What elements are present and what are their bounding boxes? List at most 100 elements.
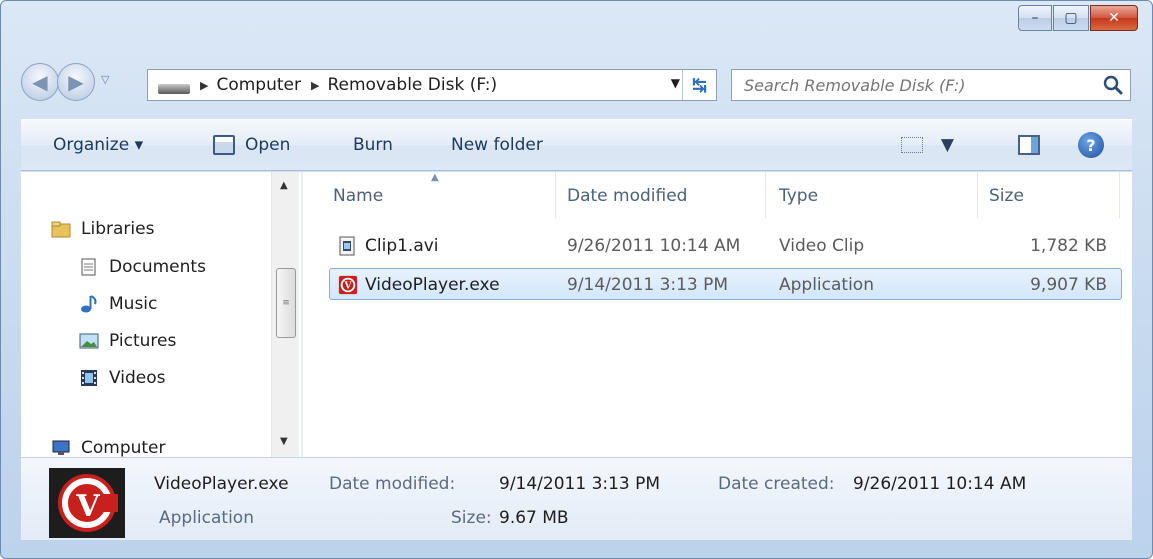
libraries-icon (51, 221, 71, 238)
help-icon: ? (1086, 135, 1096, 155)
close-button[interactable]: ✕ (1090, 5, 1138, 31)
documents-icon (81, 258, 96, 276)
refresh-icon: ↹ (691, 74, 708, 96)
address-bar[interactable]: ▶ Computer ▶ Removable Disk (F:) ▼ ↹ (147, 69, 717, 101)
column-separator[interactable] (765, 172, 766, 218)
scroll-down-icon[interactable]: ▼ (280, 436, 288, 447)
nav-item-videos[interactable]: Videos (79, 365, 166, 391)
video-file-icon (339, 236, 355, 256)
file-date: 9/14/2011 3:13 PM (567, 275, 729, 295)
open-icon (213, 135, 235, 155)
nav-item-label: Computer (81, 438, 166, 458)
search-box[interactable] (731, 69, 1131, 101)
details-size: 9.67 MB (499, 508, 569, 528)
app-exe-icon: V (338, 275, 358, 295)
details-date-modified: 9/14/2011 3:13 PM (499, 474, 661, 494)
file-type: Application (779, 275, 874, 295)
music-icon (81, 295, 97, 313)
new-folder-button[interactable]: New folder (451, 135, 543, 155)
refresh-button[interactable]: ↹ (682, 70, 716, 100)
column-header-date[interactable]: Date modified (567, 186, 687, 206)
file-name: Clip1.avi (365, 236, 439, 256)
new-folder-label: New folder (451, 135, 543, 155)
chevron-down-icon: ▽ (101, 73, 110, 86)
app-logo-icon: V (58, 474, 118, 532)
file-list: ▲ Name Date modified Type Size Clip1.avi… (303, 172, 1132, 457)
chevron-down-icon: ▼ (940, 135, 954, 155)
content-area: Libraries Documents Music Pictures Video… (21, 172, 1132, 458)
details-filename: VideoPlayer.exe (154, 474, 289, 494)
drive-icon (158, 84, 190, 94)
scroll-thumb[interactable]: ≡ (276, 268, 296, 338)
scroll-up-icon[interactable]: ▲ (280, 180, 288, 191)
nav-item-label: Libraries (81, 219, 155, 239)
column-header-name[interactable]: Name (333, 186, 383, 206)
videos-icon (81, 370, 97, 386)
details-date-modified-label: Date modified: (329, 474, 456, 494)
file-type: Video Clip (779, 236, 865, 256)
search-icon[interactable] (1102, 74, 1124, 96)
nav-item-documents[interactable]: Documents (79, 254, 206, 280)
nav-item-pictures[interactable]: Pictures (79, 328, 176, 354)
back-button[interactable]: ◀ (21, 63, 59, 101)
navigation-pane: Libraries Documents Music Pictures Video… (21, 172, 299, 458)
nav-item-label: Documents (109, 257, 206, 277)
address-row: ◀ ▶ ▽ ▶ Computer ▶ Removable Disk (F:) ▼… (21, 61, 1132, 103)
preview-pane-button[interactable] (1018, 135, 1040, 155)
file-row-selected[interactable]: V VideoPlayer.exe 9/14/2011 3:13 PM Appl… (329, 268, 1122, 300)
nav-item-libraries[interactable]: Libraries (51, 216, 154, 242)
nav-item-music[interactable]: Music (79, 291, 157, 317)
burn-button[interactable]: Burn (353, 135, 393, 155)
nav-scrollbar[interactable]: ▲ ≡ ▼ (271, 172, 299, 457)
column-header-type[interactable]: Type (779, 186, 818, 206)
view-details-icon (900, 137, 923, 153)
sort-ascending-icon: ▲ (431, 172, 439, 183)
search-input[interactable] (732, 70, 1092, 100)
file-name: VideoPlayer.exe (365, 275, 500, 295)
organize-button[interactable]: Organize ▾ (53, 135, 143, 155)
forward-button[interactable]: ▶ (57, 63, 95, 101)
details-file-type: Application (159, 508, 254, 528)
computer-icon (52, 440, 70, 455)
file-thumbnail: V (49, 468, 125, 538)
file-row[interactable]: Clip1.avi 9/26/2011 10:14 AM Video Clip … (329, 230, 1122, 262)
nav-item-label: Music (109, 294, 158, 314)
nav-item-label: Pictures (109, 331, 177, 351)
burn-label: Burn (353, 135, 393, 155)
nav-item-label: Videos (109, 368, 166, 388)
column-separator[interactable] (555, 172, 556, 218)
maximize-button[interactable]: ▢ (1053, 5, 1089, 31)
command-bar: Organize ▾ Open Burn New folder ▼ ? (21, 119, 1132, 171)
details-date-created: 9/26/2011 10:14 AM (853, 474, 1027, 494)
address-dropdown-icon[interactable]: ▼ (671, 76, 680, 90)
back-arrow-icon: ◀ (32, 70, 48, 94)
details-date-created-label: Date created: (718, 474, 835, 494)
recent-pages-dropdown[interactable]: ▽ (101, 73, 109, 86)
details-size-label: Size: (451, 508, 492, 528)
column-separator[interactable] (977, 172, 978, 218)
breadcrumb-separator-icon[interactable]: ▶ (200, 79, 208, 92)
file-size: 1,782 KB (1030, 236, 1107, 256)
minimize-button[interactable]: – (1018, 5, 1052, 31)
column-header-row: ▲ Name Date modified Type Size (303, 172, 1132, 226)
explorer-window: – ▢ ✕ ◀ ▶ ▽ ▶ Computer ▶ Removable Disk … (0, 0, 1153, 559)
caption-buttons: – ▢ ✕ (1018, 5, 1138, 31)
organize-label: Organize ▾ (53, 135, 144, 155)
change-view-button[interactable]: ▼ (900, 135, 954, 155)
open-button[interactable]: Open (213, 135, 290, 155)
svg-text:V: V (343, 281, 352, 292)
file-date: 9/26/2011 10:14 AM (567, 236, 741, 256)
breadcrumb-computer[interactable]: Computer (216, 75, 301, 95)
forward-arrow-icon: ▶ (68, 70, 84, 94)
file-size: 9,907 KB (1030, 275, 1107, 295)
nav-item-computer[interactable]: Computer (51, 438, 166, 458)
breadcrumb-removable-disk[interactable]: Removable Disk (F:) (327, 75, 497, 95)
breadcrumb-separator-icon[interactable]: ▶ (311, 79, 319, 92)
help-button[interactable]: ? (1078, 132, 1104, 158)
open-label: Open (245, 135, 291, 155)
svg-text:V: V (75, 489, 100, 524)
column-header-size[interactable]: Size (989, 186, 1024, 206)
column-separator[interactable] (1119, 172, 1120, 218)
details-pane: V VideoPlayer.exe Application Date modif… (21, 458, 1132, 540)
pictures-icon (79, 333, 99, 349)
